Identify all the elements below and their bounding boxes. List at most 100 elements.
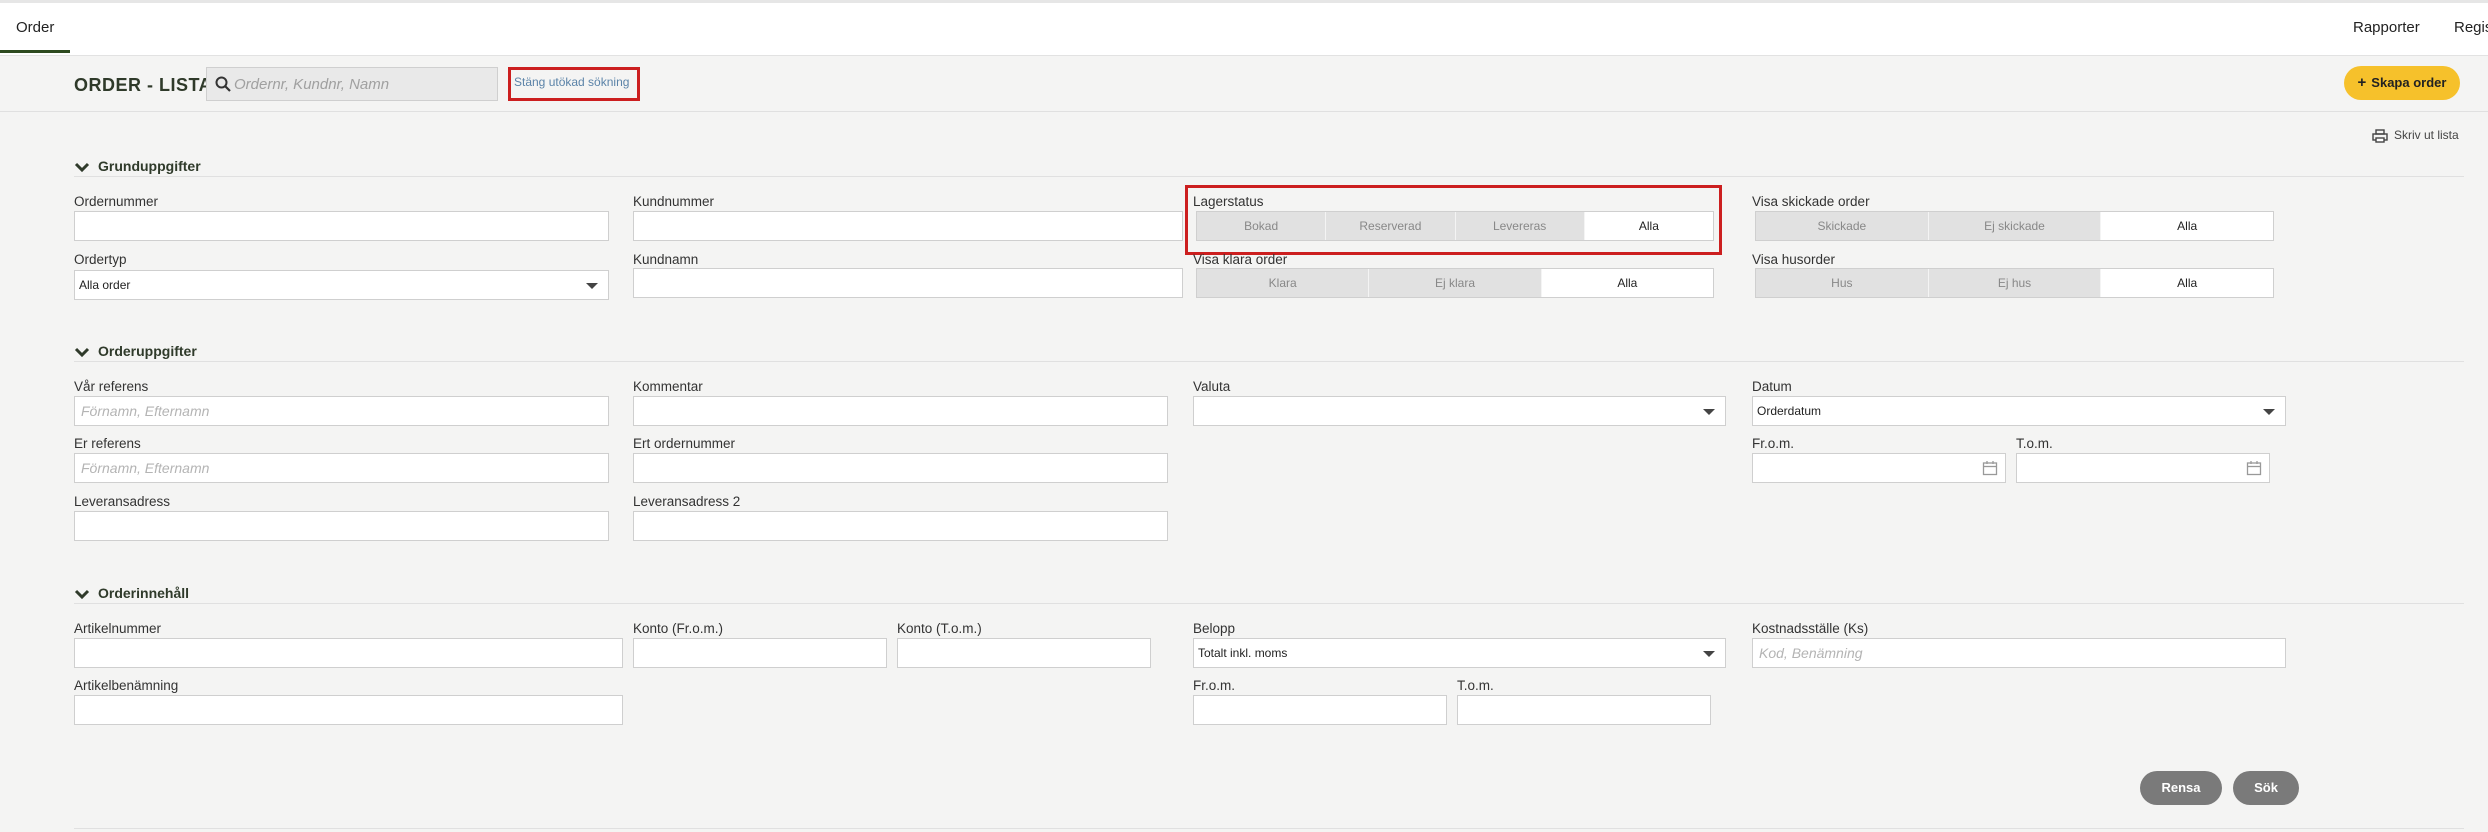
chevron-down-icon [1703, 409, 1715, 415]
calendar-icon[interactable] [2246, 460, 2262, 476]
hus-option-alla[interactable]: Alla [2101, 269, 2274, 297]
ordertyp-value: Alla order [79, 278, 131, 292]
search-input[interactable] [234, 68, 496, 100]
var-referens-label: Vår referens [74, 379, 149, 394]
leveransadress-label: Leveransadress [74, 494, 171, 509]
section-toggle-orderinfo[interactable]: Orderuppgifter [74, 343, 197, 359]
section-toggle-content[interactable]: Orderinnehåll [74, 585, 189, 601]
belopp-from-input[interactable] [1193, 695, 1447, 725]
printer-icon [2372, 129, 2388, 143]
ordertyp-label: Ordertyp [74, 252, 127, 267]
belopp-value: Totalt inkl. moms [1198, 646, 1288, 660]
lagerstatus-option-bokad[interactable]: Bokad [1197, 212, 1327, 240]
chevron-down-icon [74, 163, 90, 173]
chevron-down-icon [74, 590, 90, 600]
section-title-content: Orderinnehåll [98, 585, 190, 601]
kommentar-label: Kommentar [633, 379, 703, 394]
divider [74, 603, 2464, 604]
close-advanced-search-link[interactable]: Stäng utökad sökning [514, 75, 629, 89]
create-order-button[interactable]: + Skapa order [2344, 66, 2460, 100]
divider [74, 828, 2464, 829]
datum-value: Orderdatum [1757, 404, 1822, 418]
nav-rapporter[interactable]: Rapporter [2353, 3, 2420, 53]
sok-button[interactable]: Sök [2233, 771, 2299, 805]
datum-from-input[interactable] [1752, 453, 2006, 483]
ert-ordernummer-input[interactable] [633, 453, 1168, 483]
visa-husorder-label: Visa husorder [1752, 252, 1836, 267]
skickade-option-alla[interactable]: Alla [2101, 212, 2274, 240]
kundnummer-label: Kundnummer [633, 194, 715, 209]
husorder-toggle: Hus Ej hus Alla [1755, 268, 2274, 298]
section-title-orderinfo: Orderuppgifter [98, 343, 197, 359]
belopp-tom-input[interactable] [1457, 695, 1711, 725]
datum-select[interactable]: Orderdatum [1752, 396, 2286, 426]
klara-option-ej-klara[interactable]: Ej klara [1369, 269, 1542, 297]
valuta-label: Valuta [1193, 379, 1231, 394]
print-list-button[interactable]: Skriv ut lista [2372, 128, 2459, 143]
er-referens-input[interactable] [74, 453, 609, 483]
lagerstatus-option-alla[interactable]: Alla [1584, 212, 1713, 240]
valuta-select[interactable] [1193, 396, 1726, 426]
ordernummer-label: Ordernummer [74, 194, 159, 209]
visa-klara-label: Visa klara order [1193, 252, 1288, 267]
konto-from-label: Konto (Fr.o.m.) [633, 621, 724, 636]
divider [74, 176, 2464, 177]
section-toggle-basic[interactable]: Grunduppgifter [74, 158, 201, 174]
klara-option-klara[interactable]: Klara [1197, 269, 1370, 297]
er-referens-label: Er referens [74, 436, 141, 451]
chevron-down-icon [1703, 651, 1715, 657]
plus-icon: + [2357, 74, 2367, 91]
artikelnummer-label: Artikelnummer [74, 621, 162, 636]
kommentar-input[interactable] [633, 396, 1168, 426]
datum-tom-input[interactable] [2016, 453, 2270, 483]
ert-ordernummer-label: Ert ordernummer [633, 436, 736, 451]
belopp-select[interactable]: Totalt inkl. moms [1193, 638, 1726, 668]
visa-skickade-label: Visa skickade order [1752, 194, 1870, 209]
datum-from-field[interactable] [1752, 453, 2006, 483]
kundnummer-input[interactable] [633, 211, 1183, 241]
rensa-button[interactable]: Rensa [2140, 771, 2222, 805]
tab-order[interactable]: Order [0, 3, 71, 53]
lagerstatus-option-levereras[interactable]: Levereras [1455, 212, 1585, 240]
konto-from-input[interactable] [633, 638, 887, 668]
kundnamn-input[interactable] [633, 268, 1183, 298]
datum-label: Datum [1752, 379, 1792, 394]
kundnamn-label: Kundnamn [633, 252, 699, 267]
kostnadsstalle-label: Kostnadsställe (Ks) [1752, 621, 1869, 636]
artikelnummer-input[interactable] [74, 638, 623, 668]
belopp-label: Belopp [1193, 621, 1236, 636]
search-icon [215, 76, 231, 92]
lagerstatus-option-reserverad[interactable]: Reserverad [1326, 212, 1456, 240]
divider [74, 361, 2464, 362]
datum-tom-field[interactable] [2016, 453, 2270, 483]
hus-option-hus[interactable]: Hus [1756, 269, 1929, 297]
nav-register[interactable]: Regis [2454, 3, 2488, 53]
ordernummer-input[interactable] [74, 211, 609, 241]
belopp-tom-label: T.o.m. [1457, 678, 1494, 693]
skickade-option-skickade[interactable]: Skickade [1756, 212, 1929, 240]
datum-from-label: Fr.o.m. [1752, 436, 1795, 451]
artikelbenamning-label: Artikelbenämning [74, 678, 179, 693]
skickade-option-ej-skickade[interactable]: Ej skickade [1928, 212, 2102, 240]
leveransadress2-label: Leveransadress 2 [633, 494, 741, 509]
print-list-label: Skriv ut lista [2394, 128, 2459, 142]
klara-toggle: Klara Ej klara Alla [1196, 268, 1714, 298]
top-navigation [0, 0, 2488, 56]
skickade-toggle: Skickade Ej skickade Alla [1755, 211, 2274, 241]
ordertyp-select[interactable]: Alla order [74, 270, 609, 300]
leveransadress-input[interactable] [74, 511, 609, 541]
chevron-down-icon [2263, 409, 2275, 415]
hus-option-ej-hus[interactable]: Ej hus [1928, 269, 2102, 297]
section-title-basic: Grunduppgifter [98, 158, 201, 174]
create-order-label: Skapa order [2371, 75, 2447, 90]
page-title: ORDER - LISTA [74, 75, 213, 95]
calendar-icon[interactable] [1982, 460, 1998, 476]
konto-tom-input[interactable] [897, 638, 1151, 668]
leveransadress2-input[interactable] [633, 511, 1168, 541]
kostnadsstalle-input[interactable] [1752, 638, 2286, 668]
klara-option-alla[interactable]: Alla [1541, 269, 1713, 297]
datum-tom-label: T.o.m. [2016, 436, 2053, 451]
konto-tom-label: Konto (T.o.m.) [897, 621, 982, 636]
artikelbenamning-input[interactable] [74, 695, 623, 725]
var-referens-input[interactable] [74, 396, 609, 426]
